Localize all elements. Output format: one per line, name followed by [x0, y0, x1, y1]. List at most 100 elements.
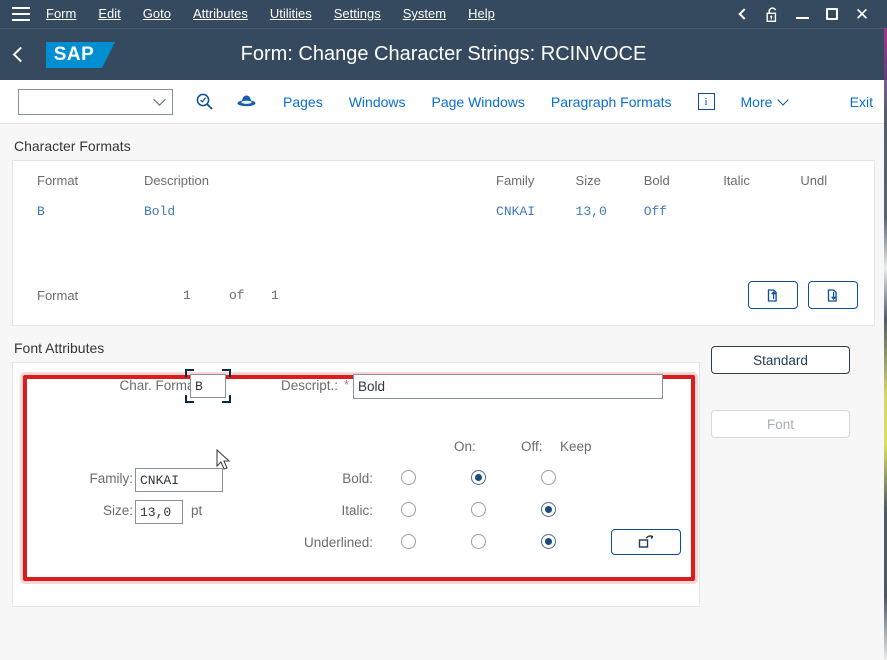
- information-icon[interactable]: i: [697, 93, 715, 110]
- italic-radio-off[interactable]: [541, 502, 556, 517]
- cell-bold[interactable]: Off: [638, 198, 718, 225]
- menu-item-utilities-label: Utilities: [269, 6, 312, 21]
- hamburger-menu-icon[interactable]: [12, 7, 30, 21]
- information-icon-letter: i: [704, 95, 708, 108]
- character-formats-panel: Format Description Family Size Bold Ital…: [12, 160, 875, 326]
- menu-item-system[interactable]: System: [403, 0, 446, 28]
- family-input[interactable]: [135, 468, 223, 492]
- bold-attribute-label: Bold:: [342, 471, 373, 486]
- table-header-row: Format Description Family Size Bold Ital…: [13, 161, 874, 198]
- cell-format[interactable]: B: [13, 198, 138, 225]
- char-format-focus-indicator: [185, 369, 231, 403]
- chevron-down-icon: [777, 93, 790, 106]
- radio-column-header-on: On:: [454, 439, 476, 454]
- descript-required-asterisk: *: [344, 377, 350, 392]
- descript-label: Descript.:: [281, 378, 339, 393]
- exit-button[interactable]: Exit: [850, 94, 873, 110]
- menu-item-settings[interactable]: Settings: [334, 0, 381, 28]
- italic-radio-on[interactable]: [471, 502, 486, 517]
- table-row[interactable]: B Bold CNKAI 13,0 Off: [13, 198, 874, 225]
- toolbar-link-paragraph-formats[interactable]: Paragraph Formats: [551, 94, 672, 110]
- bold-radio-off[interactable]: [541, 470, 556, 485]
- search-magnifier-icon[interactable]: [195, 92, 214, 111]
- cell-italic[interactable]: [717, 198, 794, 225]
- page-title: Form: Change Character Strings: RCINVOCE: [240, 43, 647, 65]
- column-header-bold[interactable]: Bold: [638, 161, 718, 198]
- radio-column-header-keep: Keep: [560, 439, 592, 454]
- column-header-description[interactable]: Description: [138, 161, 490, 198]
- column-header-undl[interactable]: Undl: [794, 161, 874, 198]
- footer-format-label: Format: [37, 287, 79, 303]
- window-controls: ✕: [727, 0, 877, 28]
- family-label: Family:: [89, 471, 134, 486]
- sap-logo-text: SAP: [53, 43, 95, 65]
- back-chevron-icon[interactable]: [727, 0, 757, 28]
- menu-item-attributes[interactable]: Attributes: [193, 0, 248, 28]
- footer-of-label: of: [229, 287, 245, 303]
- column-header-size[interactable]: Size: [570, 161, 638, 198]
- menu-item-utilities[interactable]: Utilities: [270, 0, 312, 28]
- cell-undl[interactable]: [794, 198, 874, 225]
- back-navigation-icon[interactable]: [0, 46, 40, 63]
- footer-current-index: 1: [183, 287, 191, 303]
- character-formats-section-title: Character Formats: [14, 138, 131, 154]
- sap-logo[interactable]: SAP: [46, 41, 115, 68]
- bold-radio-on[interactable]: [471, 470, 486, 485]
- underlined-radio-none[interactable]: [401, 534, 416, 549]
- bold-radio-none[interactable]: [401, 470, 416, 485]
- main-content: Character Formats Format Description Fam…: [0, 124, 887, 660]
- menu-item-settings-label: Settings: [333, 6, 381, 21]
- page-down-arrow-icon[interactable]: [808, 281, 858, 309]
- toolbar: Pages Windows Page Windows Paragraph For…: [0, 80, 887, 124]
- menu-bar: Form Edit Goto Attributes Utilities Sett…: [0, 0, 887, 28]
- underlined-radio-off[interactable]: [541, 534, 556, 549]
- toolbar-link-page-windows[interactable]: Page Windows: [432, 94, 525, 110]
- italic-attribute-label: Italic:: [341, 503, 373, 518]
- font-button: Font: [711, 410, 850, 438]
- more-menu-button[interactable]: More: [740, 93, 790, 110]
- toolbar-link-windows[interactable]: Windows: [349, 94, 406, 110]
- size-input[interactable]: [135, 500, 183, 524]
- size-label: Size:: [102, 503, 133, 518]
- menu-item-goto-label: Goto: [142, 6, 171, 21]
- menu-item-attributes-label: Attributes: [192, 6, 248, 21]
- format-select-dropdown[interactable]: [18, 88, 173, 115]
- character-formats-footer: Format 1 of 1: [13, 269, 874, 325]
- font-attributes-form: Char. Format: Descript.: * Family: Size:…: [13, 363, 699, 606]
- cell-size[interactable]: 13,0: [570, 198, 638, 225]
- minimize-icon[interactable]: [787, 0, 817, 28]
- cell-family[interactable]: CNKAI: [490, 198, 570, 225]
- menu-item-edit-label: Edit: [98, 6, 121, 21]
- more-menu-label: More: [740, 93, 773, 110]
- standard-button[interactable]: Standard: [711, 346, 850, 374]
- page-up-arrow-icon[interactable]: [748, 281, 798, 309]
- unlocked-padlock-icon[interactable]: [757, 0, 787, 28]
- menu-item-form[interactable]: Form: [46, 0, 76, 28]
- menu-item-help[interactable]: Help: [468, 0, 495, 28]
- blue-hat-icon[interactable]: [236, 93, 257, 110]
- column-header-family[interactable]: Family: [490, 161, 570, 198]
- column-header-format[interactable]: Format: [13, 161, 138, 198]
- column-header-italic[interactable]: Italic: [717, 161, 794, 198]
- radio-column-header-off: Off:: [521, 439, 543, 454]
- underlined-attribute-label: Underlined:: [303, 535, 373, 550]
- maximize-icon[interactable]: [817, 0, 847, 28]
- open-in-new-window-icon[interactable]: [611, 529, 681, 555]
- menu-item-goto[interactable]: Goto: [143, 0, 171, 28]
- menu-item-system-label: System: [402, 6, 447, 21]
- size-unit-label: pt: [191, 503, 203, 518]
- italic-radio-none[interactable]: [401, 502, 416, 517]
- title-bar: SAP Form: Change Character Strings: RCIN…: [0, 28, 887, 80]
- toolbar-link-pages[interactable]: Pages: [283, 94, 323, 110]
- char-format-label: Char. Format:: [119, 378, 202, 393]
- underlined-radio-on[interactable]: [471, 534, 486, 549]
- menu-item-help-label: Help: [468, 6, 495, 21]
- menu-item-edit[interactable]: Edit: [98, 0, 120, 28]
- footer-total-count: 1: [271, 287, 279, 303]
- cell-description[interactable]: Bold: [138, 198, 490, 225]
- character-formats-table: Format Description Family Size Bold Ital…: [13, 161, 874, 225]
- close-icon[interactable]: ✕: [847, 0, 877, 28]
- chevron-down-icon: [153, 93, 166, 106]
- font-attributes-panel: Char. Format: Descript.: * Family: Size:…: [12, 362, 700, 607]
- descript-input[interactable]: [353, 374, 663, 399]
